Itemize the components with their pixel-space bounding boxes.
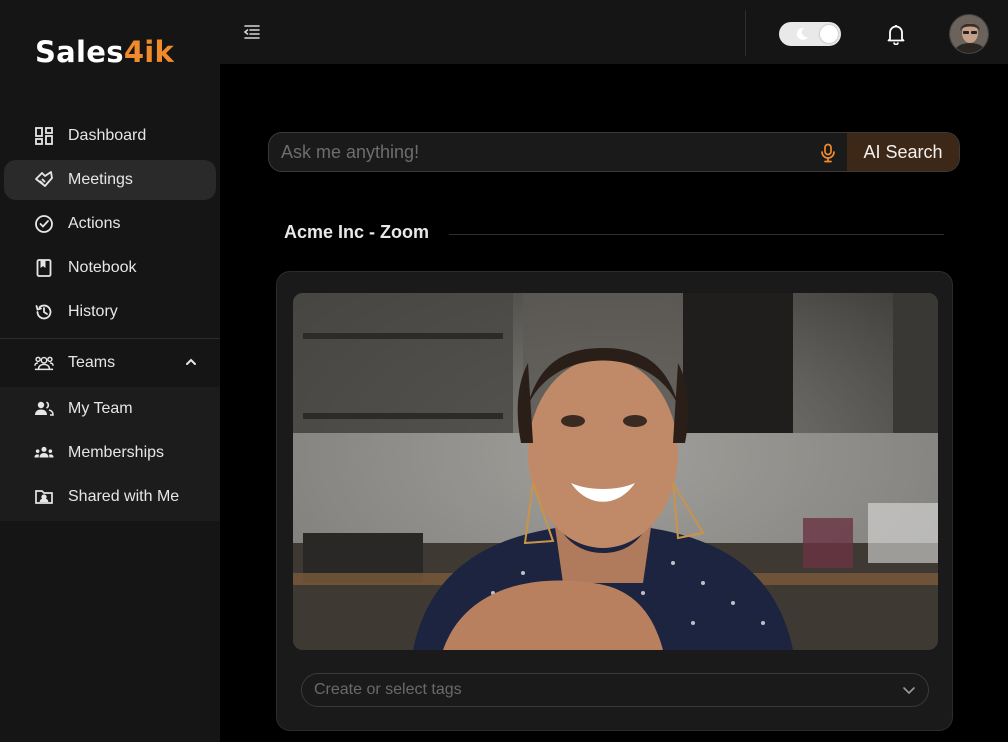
app-logo[interactable]: Sales 4ik [35,30,174,74]
sidebar-item-label: Dashboard [68,127,147,144]
sidebar-item-label: Actions [68,215,121,232]
handshake-icon [34,170,54,190]
tags-select[interactable] [301,673,929,707]
sidebar-item-my-team[interactable]: My Team [0,387,220,431]
sidebar-item-actions[interactable]: Actions [0,202,220,246]
shared-folder-icon [34,487,54,507]
sidebar-nav: Dashboard Meetings Actions Notebook Hist… [0,114,220,521]
my-team-icon [34,399,54,419]
avatar[interactable] [949,14,989,54]
meeting-title: Acme Inc - Zoom [284,222,430,242]
logo-main: Sales [35,35,124,69]
teams-submenu: My Team Memberships Shared with Me [0,387,220,521]
sidebar-item-memberships[interactable]: Memberships [0,431,220,475]
logo-accent: 4ik [123,35,175,69]
toggle-knob [820,25,838,43]
ai-search-bar: AI Search [268,132,960,172]
dashboard-icon [34,126,54,146]
sidebar-item-label: Shared with Me [68,488,180,505]
meeting-video[interactable] [293,293,938,650]
sidebar-item-shared-with-me[interactable]: Shared with Me [0,475,220,519]
sidebar: Sales 4ik Dashboard Meetings Actions Note… [0,0,220,742]
topbar-divider [745,10,746,56]
tags-input[interactable] [314,674,874,706]
sidebar-item-meetings[interactable]: Meetings [0,158,220,202]
microphone-icon[interactable] [819,143,837,163]
sidebar-item-label: Meetings [68,171,133,188]
sidebar-item-dashboard[interactable]: Dashboard [0,114,220,158]
sidebar-item-label: Memberships [68,444,165,461]
sidebar-item-notebook[interactable]: Notebook [0,246,220,290]
chevron-up-icon[interactable] [184,355,198,369]
sidebar-item-label: My Team [68,400,133,417]
sidebar-item-teams[interactable]: Teams [0,339,220,387]
moon-icon [794,26,810,42]
chevron-down-icon[interactable] [902,683,916,697]
notebook-icon [34,258,54,278]
sidebar-item-history[interactable]: History [0,290,220,334]
ai-search-button[interactable]: AI Search [847,133,959,171]
meeting-card [276,271,953,731]
history-icon [34,302,54,322]
sidebar-item-label: Teams [68,354,116,371]
teams-icon [34,353,54,373]
top-bar [220,0,1008,64]
bell-icon[interactable] [886,23,906,46]
theme-toggle[interactable] [779,22,841,46]
section-divider [449,234,944,235]
menu-collapse-icon[interactable] [242,22,262,42]
search-input[interactable] [281,133,801,171]
memberships-icon [34,443,54,463]
sidebar-item-label: Notebook [68,259,137,276]
check-circle-icon [34,214,54,234]
sidebar-item-label: History [68,303,118,320]
